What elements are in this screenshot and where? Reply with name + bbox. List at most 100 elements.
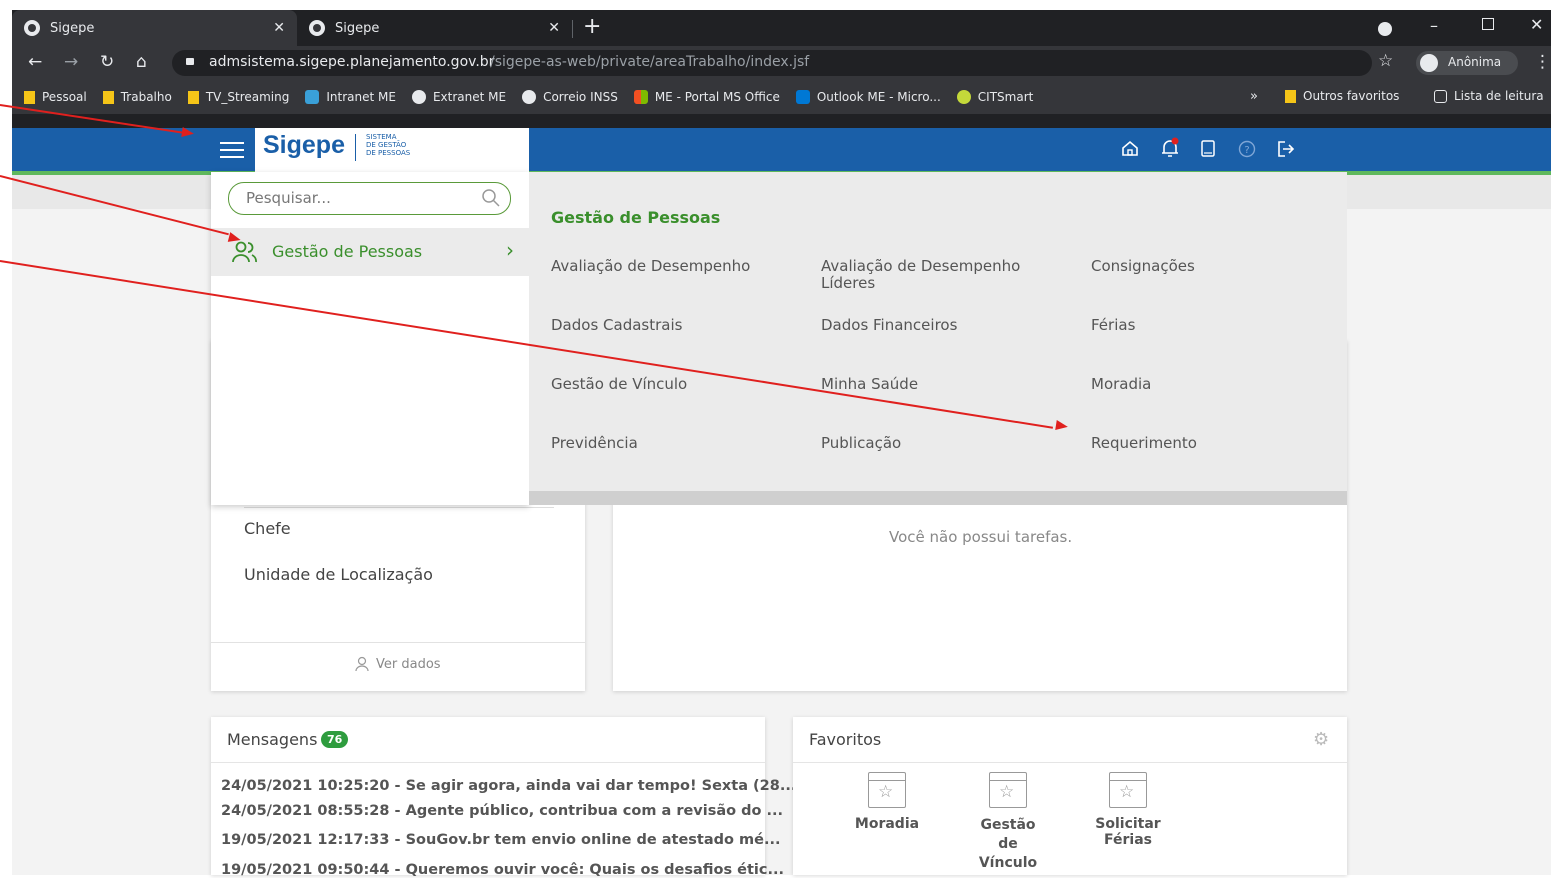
- submenu-requerimento[interactable]: Requerimento: [1091, 435, 1197, 452]
- bookmark-label: Correio INSS: [543, 90, 618, 104]
- divider: [211, 642, 585, 643]
- help-icon[interactable]: ?: [1238, 140, 1256, 158]
- message-item[interactable]: 24/05/2021 10:25:20 - Se agir agora, ain…: [221, 778, 796, 794]
- address-bar[interactable]: admsistema.sigepe.planejamento.gov.br /s…: [172, 50, 1372, 76]
- forward-icon[interactable]: →: [64, 52, 78, 72]
- star-icon: ☆: [868, 772, 906, 808]
- tab-sigepe-2[interactable]: Sigepe ✕: [297, 10, 572, 46]
- back-icon[interactable]: ←: [28, 52, 42, 72]
- bookmark-label: Outlook ME - Micro...: [816, 90, 941, 104]
- bookmark-label: Trabalho: [120, 90, 172, 104]
- tasks-empty-message: Você não possui tarefas.: [889, 528, 1073, 546]
- folder-icon: [24, 90, 35, 104]
- more-bookmarks-button[interactable]: »: [1250, 89, 1258, 104]
- submenu-dados-financeiros[interactable]: Dados Financeiros: [821, 317, 957, 334]
- tab-sigepe-1[interactable]: Sigepe ✕: [12, 10, 297, 46]
- bookmark-label: CITSmart: [977, 90, 1034, 104]
- lock-icon: [186, 58, 194, 65]
- search-placeholder: Pesquisar...: [246, 189, 331, 207]
- field-chefe: Chefe: [244, 519, 291, 538]
- globe-icon: [309, 20, 325, 36]
- message-item[interactable]: 24/05/2021 08:55:28 - Agente público, co…: [221, 803, 783, 819]
- new-tab-button[interactable]: +: [583, 14, 601, 39]
- sigepe-logo: Sigepe: [263, 131, 345, 159]
- url-path: /sigepe-as-web/private/areaTrabalho/inde…: [490, 54, 810, 70]
- close-tab-icon[interactable]: ✕: [273, 20, 285, 36]
- hamburger-menu-icon[interactable]: [220, 142, 244, 158]
- bookmark-label: Outros favoritos: [1303, 89, 1400, 103]
- divider: [244, 507, 554, 508]
- submenu-gestao-vinculo[interactable]: Gestão de Vínculo: [551, 376, 687, 393]
- menu-kebab-icon[interactable]: ⋮: [1534, 52, 1551, 72]
- star-icon[interactable]: ☆: [1378, 51, 1393, 71]
- citsmart-icon: [956, 90, 971, 104]
- menu-item-gestao-pessoas[interactable]: Gestão de Pessoas ›: [211, 228, 529, 276]
- submenu-avaliacao-desempenho[interactable]: Avaliação de Desempenho: [551, 258, 750, 275]
- messages-card: Mensagens 76 24/05/2021 10:25:20 - Se ag…: [211, 717, 796, 878]
- submenu-ferias[interactable]: Férias: [1091, 317, 1135, 334]
- media-icon[interactable]: [1378, 22, 1392, 36]
- star-icon: ☆: [1109, 772, 1147, 808]
- messages-count-badge: 76: [321, 731, 349, 748]
- submenu-minha-saude[interactable]: Minha Saúde: [821, 376, 918, 393]
- url-host: admsistema.sigepe.planejamento.gov.br: [209, 54, 495, 70]
- incognito-icon: [1420, 54, 1438, 72]
- favorite-label: Solicitar Férias: [1095, 816, 1161, 848]
- menu-search-input[interactable]: Pesquisar...: [228, 182, 511, 215]
- restore-icon[interactable]: [1482, 18, 1494, 30]
- favorite-solicitar-ferias[interactable]: ☆ Solicitar Férias: [1073, 772, 1183, 848]
- globe-icon: [522, 90, 537, 104]
- menu-item-label: Gestão de Pessoas: [272, 242, 423, 261]
- bookmark-extranet[interactable]: Extranet ME: [411, 90, 506, 104]
- submenu-title: Gestão de Pessoas: [551, 208, 721, 227]
- submenu-bottom-bar: [529, 491, 1347, 505]
- bookmark-tv-streaming[interactable]: TV_Streaming: [187, 90, 290, 104]
- bookmark-label: Lista de leitura: [1454, 89, 1544, 103]
- folder-icon: [102, 90, 114, 104]
- other-favorites[interactable]: Outros favoritos: [1285, 89, 1399, 103]
- logo-subtitle: SISTEMA DE GESTÃO DE PESSOAS: [366, 133, 410, 157]
- close-window-icon[interactable]: ✕: [1530, 15, 1543, 34]
- submenu-dados-cadastrais[interactable]: Dados Cadastrais: [551, 317, 682, 334]
- bookmark-label: ME - Portal MS Office: [654, 90, 780, 104]
- minimize-icon[interactable]: –: [1430, 16, 1438, 35]
- bookmark-label: Intranet ME: [326, 90, 396, 104]
- bookmark-citsmart[interactable]: CITSmart: [956, 90, 1034, 104]
- bookmark-correio-inss[interactable]: Correio INSS: [522, 90, 618, 104]
- bookmark-ms-office[interactable]: ME - Portal MS Office: [633, 90, 780, 104]
- favorite-gestao-vinculo[interactable]: ☆ Gestão de Vínculo: [963, 772, 1053, 873]
- notification-bell-icon[interactable]: [1160, 137, 1180, 159]
- incognito-profile-button[interactable]: Anônima: [1416, 51, 1518, 75]
- bookmark-trabalho[interactable]: Trabalho: [102, 90, 172, 104]
- settings-gear-icon[interactable]: ⚙: [1313, 729, 1329, 750]
- bookmark-intranet[interactable]: Intranet ME: [305, 90, 396, 104]
- ver-dados-link[interactable]: Ver dados: [354, 656, 441, 672]
- outlook-icon: [795, 90, 810, 104]
- home-icon[interactable]: [1121, 140, 1139, 157]
- close-tab-icon[interactable]: ✕: [548, 20, 560, 36]
- reload-icon[interactable]: ↻: [100, 52, 114, 72]
- submenu-moradia[interactable]: Moradia: [1091, 376, 1151, 393]
- bookmark-pessoal[interactable]: Pessoal: [24, 90, 87, 104]
- book-icon[interactable]: [1201, 140, 1215, 158]
- message-item[interactable]: 19/05/2021 09:50:44 - Queremos ouvir voc…: [221, 862, 784, 878]
- divider: [211, 762, 765, 763]
- submenu-previdencia[interactable]: Previdência: [551, 435, 638, 452]
- tab-divider: [572, 20, 573, 38]
- submenu-publicacao[interactable]: Publicação: [821, 435, 901, 452]
- profile-label: Anônima: [1448, 55, 1502, 69]
- search-icon[interactable]: [481, 188, 501, 208]
- favorite-label: Gestão de Vínculo: [978, 817, 1038, 871]
- bookmark-label: TV_Streaming: [205, 90, 290, 104]
- home-icon[interactable]: ⌂: [136, 52, 147, 72]
- submenu-avaliacao-desempenho-lideres[interactable]: Avaliação de Desempenho Líderes: [821, 258, 1051, 292]
- submenu-consignacoes[interactable]: Consignações: [1091, 258, 1195, 275]
- logout-icon[interactable]: [1276, 140, 1296, 158]
- bookmark-outlook[interactable]: Outlook ME - Micro...: [795, 90, 941, 104]
- reading-list[interactable]: Lista de leitura: [1434, 89, 1544, 103]
- folder-icon: [1285, 89, 1296, 103]
- favorite-moradia[interactable]: ☆ Moradia: [847, 772, 927, 832]
- chevron-right-icon: ›: [506, 238, 514, 262]
- wordpress-icon: [411, 90, 426, 104]
- message-item[interactable]: 19/05/2021 12:17:33 - SouGov.br tem envi…: [221, 832, 781, 848]
